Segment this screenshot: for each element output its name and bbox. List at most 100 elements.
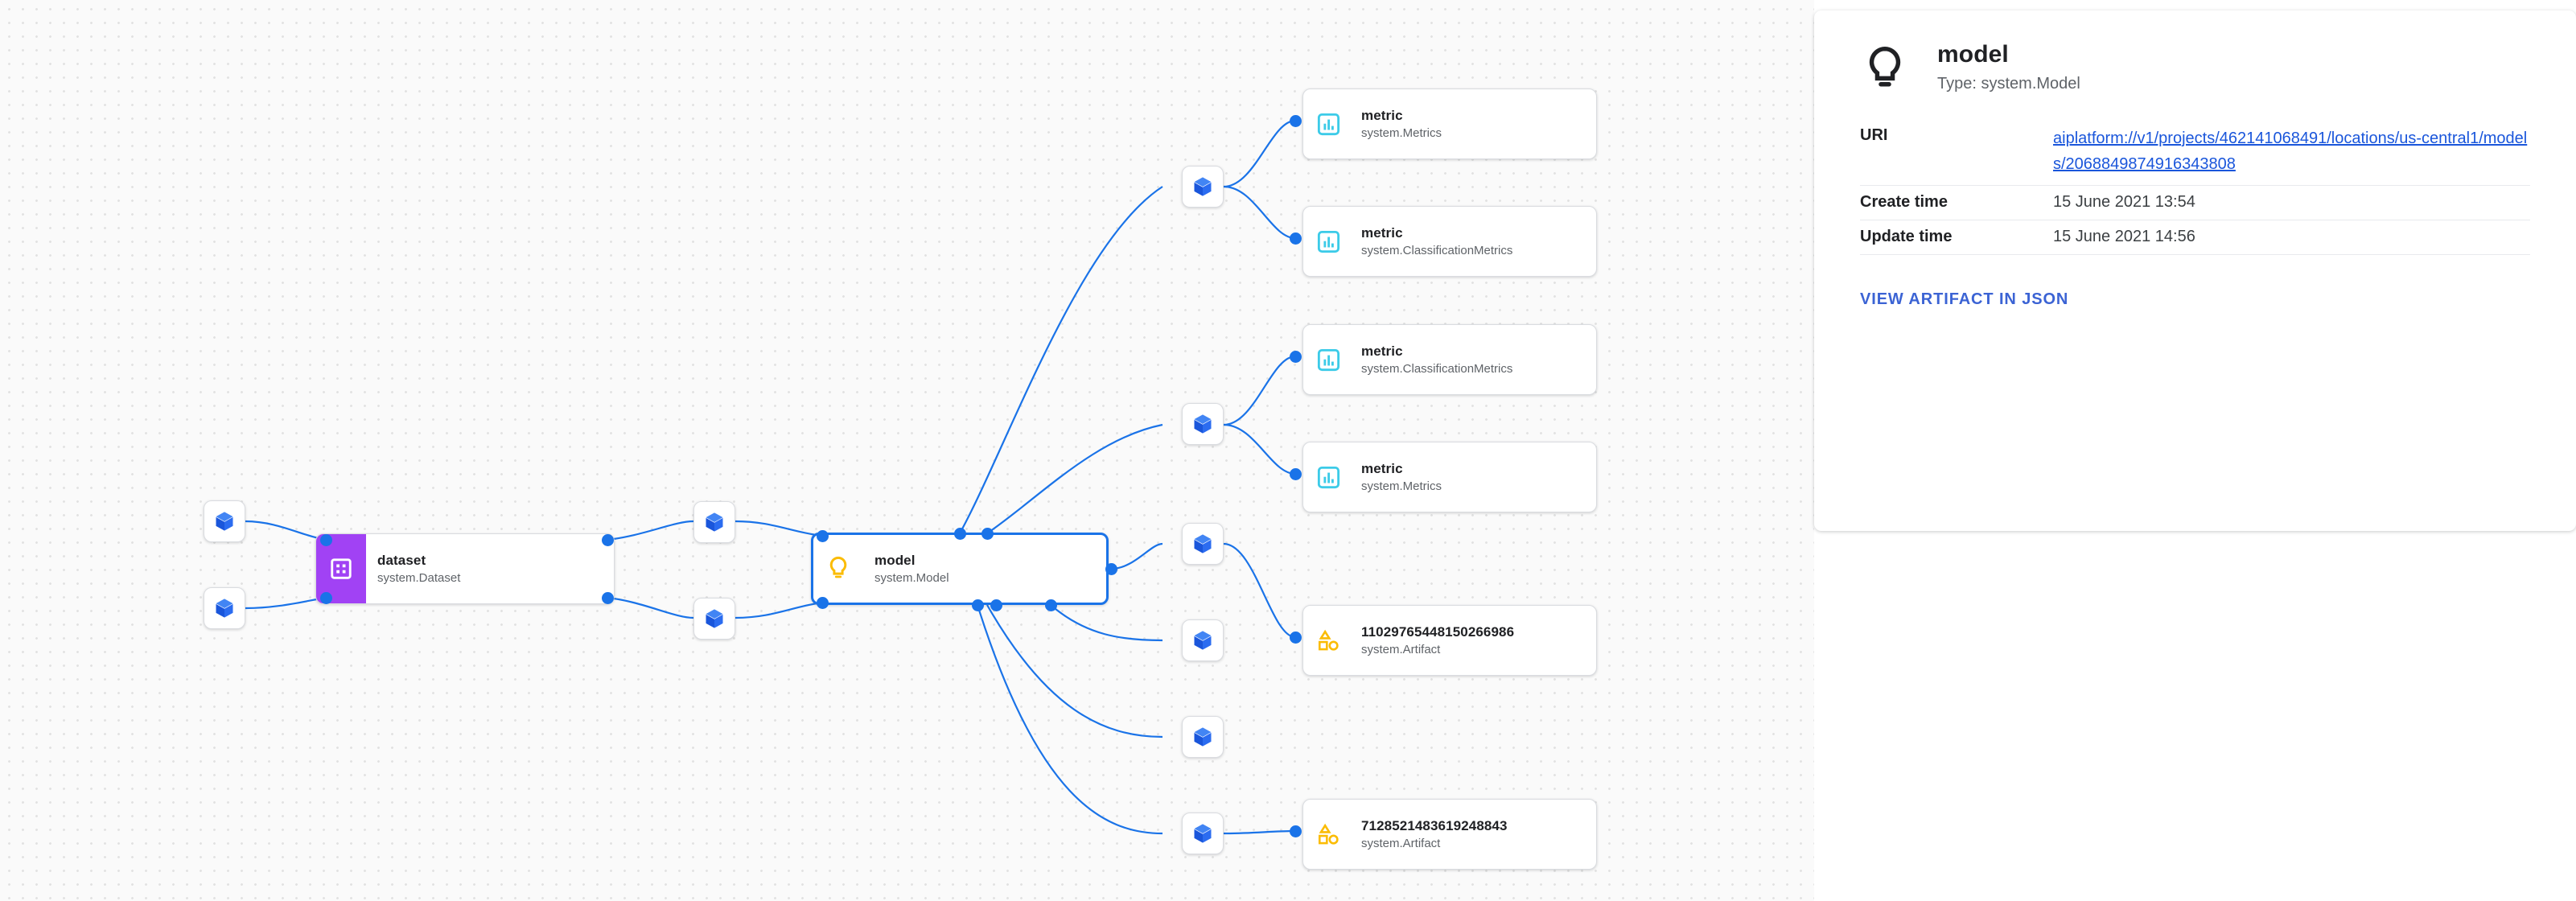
dataset-node[interactable]: dataset system.Dataset bbox=[315, 533, 615, 604]
cube-node-output-3[interactable] bbox=[1182, 523, 1224, 565]
dataset-grid-icon bbox=[331, 558, 352, 579]
cube-icon bbox=[706, 512, 723, 532]
cube-node-output-5[interactable] bbox=[1182, 716, 1224, 758]
cube-icon bbox=[1194, 534, 1212, 553]
details-value-uri: aiplatform://v1/projects/462141068491/lo… bbox=[2053, 119, 2530, 187]
metric-node-text: metric system.Metrics bbox=[1353, 108, 1442, 141]
cube-node-output-1[interactable] bbox=[1182, 166, 1224, 208]
cube-icon bbox=[1194, 177, 1212, 196]
artifact-node-2-port[interactable] bbox=[1289, 825, 1302, 837]
cube-icon bbox=[706, 609, 723, 628]
dataset-node-text: dataset system.Dataset bbox=[366, 553, 460, 586]
metric-icon-tile bbox=[1303, 112, 1353, 137]
artifact-node-title: 7128521483619248843 bbox=[1361, 817, 1508, 833]
cube-node-output-6[interactable] bbox=[1182, 813, 1224, 854]
metric-node-title: metric bbox=[1361, 107, 1403, 123]
cube-icon bbox=[1194, 414, 1212, 434]
cube-node-input-1[interactable] bbox=[204, 500, 245, 542]
dataset-port-top-left[interactable] bbox=[319, 533, 332, 546]
dataset-port-top-right[interactable] bbox=[601, 533, 614, 546]
metric-node-1-port[interactable] bbox=[1289, 114, 1302, 127]
metric-node-text: metric system.ClassificationMetrics bbox=[1353, 344, 1512, 376]
cube-icon bbox=[216, 512, 233, 531]
artifact-node-subtitle: system.Artifact bbox=[1361, 642, 1441, 656]
dataset-node-title: dataset bbox=[377, 552, 426, 568]
cube-icon bbox=[1194, 824, 1212, 843]
panel-header: model Type: system.Model bbox=[1860, 10, 2530, 98]
metric-node-1[interactable]: metric system.Metrics bbox=[1302, 88, 1597, 159]
cube-icon bbox=[216, 599, 233, 618]
artifact-icon-tile bbox=[1303, 628, 1353, 653]
model-icon-tile bbox=[813, 555, 863, 582]
lineage-graph-page: dataset system.Dataset model system.Mode… bbox=[0, 0, 2576, 901]
shapes-icon bbox=[1318, 823, 1339, 845]
graph-canvas[interactable]: dataset system.Dataset model system.Mode… bbox=[0, 0, 1814, 901]
model-port-top-a[interactable] bbox=[953, 527, 966, 540]
metric-node-2[interactable]: metric system.ClassificationMetrics bbox=[1302, 206, 1597, 277]
model-port-top-b[interactable] bbox=[981, 527, 994, 540]
details-key-update-time: Update time bbox=[1860, 220, 2053, 256]
panel-heading: model Type: system.Model bbox=[1920, 41, 2080, 93]
artifact-node-title: 11029765448150266986 bbox=[1361, 623, 1515, 640]
metric-node-4[interactable]: metric system.Metrics bbox=[1302, 442, 1597, 512]
metric-node-subtitle: system.Metrics bbox=[1361, 125, 1442, 140]
bar-chart-icon bbox=[1317, 466, 1339, 488]
shapes-icon bbox=[1318, 629, 1339, 651]
model-port-bottom-c[interactable] bbox=[1044, 599, 1057, 611]
metric-node-subtitle: system.ClassificationMetrics bbox=[1361, 243, 1513, 257]
panel-type-line: Type: system.Model bbox=[1937, 75, 2080, 93]
cube-icon bbox=[1194, 631, 1212, 650]
uri-link[interactable]: aiplatform://v1/projects/462141068491/lo… bbox=[2053, 130, 2527, 173]
details-row-update-time: Update time 15 June 2021 14:56 bbox=[1860, 220, 2530, 256]
artifact-node-1-port[interactable] bbox=[1289, 631, 1302, 644]
metric-node-4-port[interactable] bbox=[1289, 467, 1302, 480]
metric-icon-tile bbox=[1303, 465, 1353, 490]
details-row-uri: URI aiplatform://v1/projects/46214106849… bbox=[1860, 119, 2530, 187]
artifact-node-text: 11029765448150266986 system.Artifact bbox=[1353, 624, 1514, 657]
model-port-top-left[interactable] bbox=[816, 529, 829, 542]
metric-icon-tile bbox=[1303, 229, 1353, 254]
model-node-title: model bbox=[874, 552, 916, 568]
metric-node-title: metric bbox=[1361, 460, 1403, 476]
model-node[interactable]: model system.Model bbox=[811, 533, 1109, 605]
metric-node-text: metric system.Metrics bbox=[1353, 461, 1442, 494]
details-value-create-time: 15 June 2021 13:54 bbox=[2053, 185, 2530, 221]
metric-node-3[interactable]: metric system.ClassificationMetrics bbox=[1302, 324, 1597, 395]
artifact-node-1[interactable]: 11029765448150266986 system.Artifact bbox=[1302, 605, 1597, 676]
cube-node-output-4[interactable] bbox=[1182, 619, 1224, 661]
artifact-node-2[interactable]: 7128521483619248843 system.Artifact bbox=[1302, 799, 1597, 870]
cube-node-input-2[interactable] bbox=[204, 587, 245, 629]
artifact-details-panel: model Type: system.Model URI aiplatform:… bbox=[1814, 10, 2576, 531]
model-port-bottom-a[interactable] bbox=[971, 599, 984, 611]
artifact-node-subtitle: system.Artifact bbox=[1361, 836, 1441, 850]
model-node-subtitle: system.Model bbox=[874, 570, 949, 585]
dataset-port-bottom-left[interactable] bbox=[319, 591, 332, 604]
bar-chart-icon bbox=[1317, 113, 1339, 135]
bar-chart-icon bbox=[1317, 230, 1339, 253]
metric-node-2-port[interactable] bbox=[1289, 232, 1302, 245]
metric-node-subtitle: system.Metrics bbox=[1361, 479, 1442, 493]
model-node-text: model system.Model bbox=[863, 553, 949, 586]
metric-node-title: metric bbox=[1361, 343, 1403, 359]
bar-chart-icon bbox=[1317, 348, 1339, 371]
cube-icon bbox=[1194, 727, 1212, 747]
details-value-update-time: 15 June 2021 14:56 bbox=[2053, 220, 2530, 256]
metric-node-subtitle: system.ClassificationMetrics bbox=[1361, 361, 1513, 376]
model-port-right[interactable] bbox=[1105, 562, 1117, 575]
metric-node-3-port[interactable] bbox=[1289, 350, 1302, 363]
metric-node-title: metric bbox=[1361, 224, 1403, 241]
cube-node-output-2[interactable] bbox=[1182, 403, 1224, 445]
dataset-node-subtitle: system.Dataset bbox=[377, 570, 461, 585]
details-table: URI aiplatform://v1/projects/46214106849… bbox=[1860, 119, 2530, 256]
lightbulb-icon bbox=[829, 556, 847, 578]
details-key-create-time: Create time bbox=[1860, 185, 2053, 221]
details-row-create-time: Create time 15 June 2021 13:54 bbox=[1860, 185, 2530, 221]
model-port-bottom-b[interactable] bbox=[990, 599, 1002, 611]
model-port-bottom-left[interactable] bbox=[816, 596, 829, 609]
view-artifact-in-json-button[interactable]: VIEW ARTIFACT IN JSON bbox=[1860, 290, 2068, 309]
panel-lightbulb-tile bbox=[1860, 41, 1920, 98]
metric-icon-tile bbox=[1303, 348, 1353, 372]
cube-node-mid-2[interactable] bbox=[693, 598, 735, 640]
cube-node-mid-1[interactable] bbox=[693, 501, 735, 543]
dataset-port-bottom-right[interactable] bbox=[601, 591, 614, 604]
